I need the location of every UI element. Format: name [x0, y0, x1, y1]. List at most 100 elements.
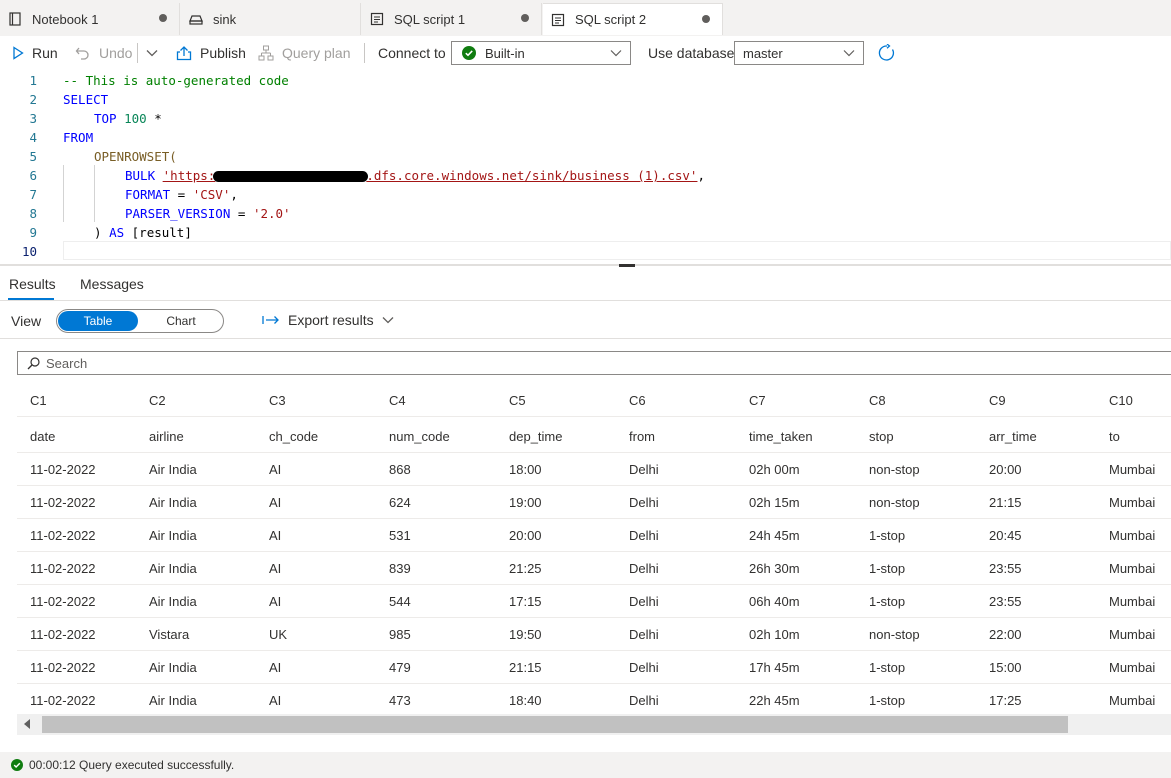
table-cell[interactable]: 11-02-2022 [30, 618, 96, 651]
tab-messages[interactable]: Messages [80, 276, 144, 292]
table-cell[interactable]: non-stop [869, 486, 920, 519]
table-cell[interactable]: 15:00 [989, 651, 1022, 684]
table-cell[interactable]: 19:00 [509, 486, 542, 519]
table-cell[interactable]: 06h 40m [749, 585, 800, 618]
table-cell[interactable]: AI [269, 552, 281, 585]
export-results-button[interactable]: Export results [262, 312, 394, 328]
table-cell[interactable]: 479 [389, 651, 411, 684]
table-cell[interactable]: Delhi [629, 519, 659, 552]
table-cell[interactable]: from [629, 420, 655, 453]
refresh-button[interactable] [878, 36, 904, 70]
column-header[interactable]: C5 [509, 384, 526, 417]
table-cell[interactable]: Delhi [629, 453, 659, 486]
table-cell[interactable]: 23:55 [989, 552, 1022, 585]
table-cell[interactable]: Delhi [629, 684, 659, 717]
table-cell[interactable]: 17:15 [509, 585, 542, 618]
table-cell[interactable]: 1-stop [869, 651, 905, 684]
connect-to-select[interactable]: Built-in [451, 41, 631, 65]
table-row[interactable]: 11-02-2022 Air India AI 479 21:15 Delhi 17h 45… [17, 651, 1171, 684]
table-cell[interactable]: 21:25 [509, 552, 542, 585]
column-header[interactable]: C4 [389, 384, 406, 417]
table-cell[interactable]: 11-02-2022 [30, 486, 96, 519]
table-cell[interactable]: Delhi [629, 552, 659, 585]
table-cell[interactable]: AI [269, 519, 281, 552]
table-cell[interactable]: 473 [389, 684, 411, 717]
table-cell[interactable]: 1-stop [869, 519, 905, 552]
table-cell[interactable]: 1-stop [869, 684, 905, 717]
table-cell[interactable]: 11-02-2022 [30, 552, 96, 585]
table-cell[interactable]: airline [149, 420, 184, 453]
table-cell[interactable]: 868 [389, 453, 411, 486]
column-header[interactable]: C1 [30, 384, 47, 417]
table-cell[interactable]: 20:00 [989, 453, 1022, 486]
table-cell[interactable]: 20:00 [509, 519, 542, 552]
table-cell[interactable]: 20:45 [989, 519, 1022, 552]
tab-notebook-1[interactable]: Notebook 1 [0, 3, 180, 35]
table-row[interactable]: 11-02-2022 Air India AI 544 17:15 Delhi 06h 40… [17, 585, 1171, 618]
table-cell[interactable]: 21:15 [509, 651, 542, 684]
view-chart-option[interactable]: Chart [141, 311, 221, 331]
table-cell[interactable]: Mumbai [1109, 651, 1155, 684]
use-database-select[interactable]: master [734, 41, 864, 65]
table-cell[interactable]: 985 [389, 618, 411, 651]
table-cell[interactable]: Delhi [629, 486, 659, 519]
table-cell[interactable]: 839 [389, 552, 411, 585]
table-cell[interactable]: 02h 00m [749, 453, 800, 486]
table-row[interactable]: 11-02-2022 Air India AI 531 20:00 Delhi 24h 45… [17, 519, 1171, 552]
search-input[interactable]: Search [17, 351, 1171, 375]
table-cell[interactable]: 11-02-2022 [30, 519, 96, 552]
table-row[interactable]: 11-02-2022 Air India AI 624 19:00 Delhi 02h 15… [17, 486, 1171, 519]
table-cell[interactable]: Mumbai [1109, 552, 1155, 585]
table-cell[interactable]: 11-02-2022 [30, 651, 96, 684]
table-cell[interactable]: 22:00 [989, 618, 1022, 651]
table-cell[interactable]: 544 [389, 585, 411, 618]
table-cell[interactable]: 02h 15m [749, 486, 800, 519]
table-cell[interactable]: AI [269, 453, 281, 486]
column-header[interactable]: C6 [629, 384, 646, 417]
column-header[interactable]: C2 [149, 384, 166, 417]
column-header[interactable]: C10 [1109, 384, 1133, 417]
column-header[interactable]: C7 [749, 384, 766, 417]
table-cell[interactable]: 11-02-2022 [30, 453, 96, 486]
scroll-left-icon[interactable] [24, 719, 30, 729]
table-cell[interactable]: 18:40 [509, 684, 542, 717]
horizontal-scrollbar[interactable] [17, 714, 1171, 735]
table-row[interactable]: date airline ch_code num_code dep_time from ti… [17, 420, 1171, 453]
table-cell[interactable]: 02h 10m [749, 618, 800, 651]
table-cell[interactable]: AI [269, 585, 281, 618]
table-cell[interactable]: Air India [149, 585, 197, 618]
table-cell[interactable]: 17h 45m [749, 651, 800, 684]
table-cell[interactable]: 1-stop [869, 585, 905, 618]
table-cell[interactable]: Mumbai [1109, 519, 1155, 552]
table-cell[interactable]: Air India [149, 486, 197, 519]
table-cell[interactable]: to [1109, 420, 1120, 453]
column-header[interactable]: C8 [869, 384, 886, 417]
table-cell[interactable]: Mumbai [1109, 453, 1155, 486]
table-cell[interactable]: 11-02-2022 [30, 684, 96, 717]
table-cell[interactable]: Mumbai [1109, 684, 1155, 717]
tab-sql-script-1[interactable]: SQL script 1 [362, 3, 542, 35]
undo-dropdown-button[interactable] [146, 36, 166, 70]
table-cell[interactable]: Air India [149, 453, 197, 486]
table-cell[interactable]: Air India [149, 552, 197, 585]
table-cell[interactable]: time_taken [749, 420, 813, 453]
table-cell[interactable]: 17:25 [989, 684, 1022, 717]
table-cell[interactable]: stop [869, 420, 894, 453]
table-cell[interactable]: Mumbai [1109, 486, 1155, 519]
table-cell[interactable]: 531 [389, 519, 411, 552]
sql-editor[interactable]: 1 -- This is auto-generated code 2 SELEC… [0, 70, 1171, 262]
table-cell[interactable]: 11-02-2022 [30, 585, 96, 618]
table-cell[interactable]: date [30, 420, 55, 453]
tab-sql-script-2[interactable]: SQL script 2 [543, 3, 723, 35]
table-cell[interactable]: UK [269, 618, 287, 651]
table-cell[interactable]: Mumbai [1109, 585, 1155, 618]
table-cell[interactable]: Air India [149, 519, 197, 552]
tab-results[interactable]: Results [9, 276, 56, 292]
table-cell[interactable]: AI [269, 684, 281, 717]
table-cell[interactable]: 24h 45m [749, 519, 800, 552]
table-row[interactable]: 11-02-2022 Air India AI 868 18:00 Delhi 02h 00… [17, 453, 1171, 486]
column-header[interactable]: C3 [269, 384, 286, 417]
run-button[interactable]: Run [12, 36, 58, 70]
query-plan-button[interactable]: Query plan [258, 36, 350, 70]
table-cell[interactable]: arr_time [989, 420, 1037, 453]
